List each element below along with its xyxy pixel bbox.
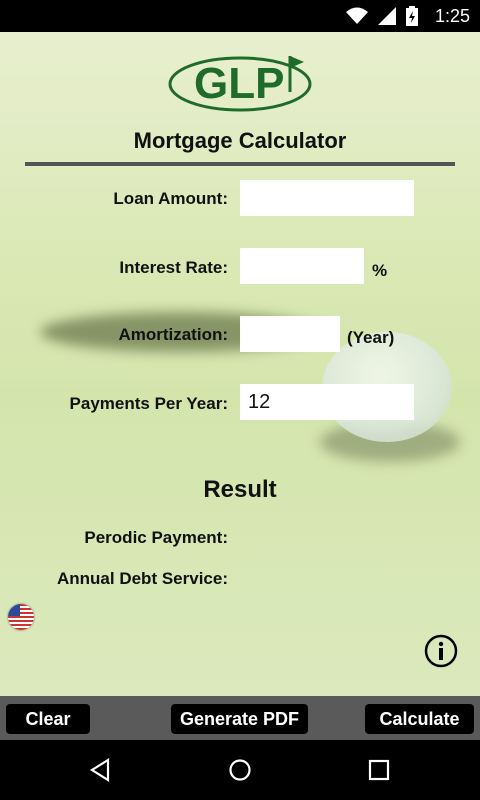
cell-signal-icon	[378, 7, 396, 25]
navigation-bar	[0, 740, 480, 800]
status-icons	[346, 6, 418, 26]
amortization-label: Amortization:	[118, 325, 228, 344]
recents-icon[interactable]	[368, 759, 390, 781]
glp-logo: GLP	[168, 56, 312, 112]
us-flag-icon[interactable]	[8, 604, 34, 630]
logo-text: GLP	[194, 59, 284, 108]
app-content: GLP Mortgage Calculator Loan Amount: Int…	[0, 32, 480, 696]
periodic-payment-label: Perodic Payment:	[84, 528, 228, 547]
interest-rate-input[interactable]	[240, 248, 364, 284]
battery-icon	[406, 6, 418, 26]
home-icon[interactable]	[228, 758, 252, 782]
interest-rate-suffix: %	[372, 261, 388, 280]
status-bar: 1:25	[0, 0, 480, 32]
action-bar: Clear Generate PDF Calculate	[0, 696, 480, 740]
info-icon[interactable]	[424, 634, 458, 668]
amortization-suffix: (Year)	[347, 328, 395, 347]
annual-debt-service-label: Annual Debt Service:	[57, 569, 228, 588]
amortization-input[interactable]	[240, 316, 340, 352]
back-icon[interactable]	[88, 758, 112, 782]
interest-rate-label: Interest Rate:	[119, 258, 228, 277]
result-title: Result	[203, 476, 277, 503]
generate-pdf-button[interactable]: Generate PDF	[171, 704, 308, 734]
wifi-icon	[346, 7, 368, 24]
page-title: Mortgage Calculator	[133, 128, 347, 153]
title-divider	[25, 162, 455, 166]
status-time: 1:25	[434, 6, 470, 26]
payments-per-year-label: Payments Per Year:	[69, 394, 228, 413]
loan-amount-label: Loan Amount:	[113, 189, 228, 208]
calculate-button[interactable]: Calculate	[365, 704, 474, 734]
clear-button[interactable]: Clear	[6, 704, 90, 734]
payments-per-year-input[interactable]	[240, 384, 414, 420]
loan-amount-input[interactable]	[240, 180, 414, 216]
